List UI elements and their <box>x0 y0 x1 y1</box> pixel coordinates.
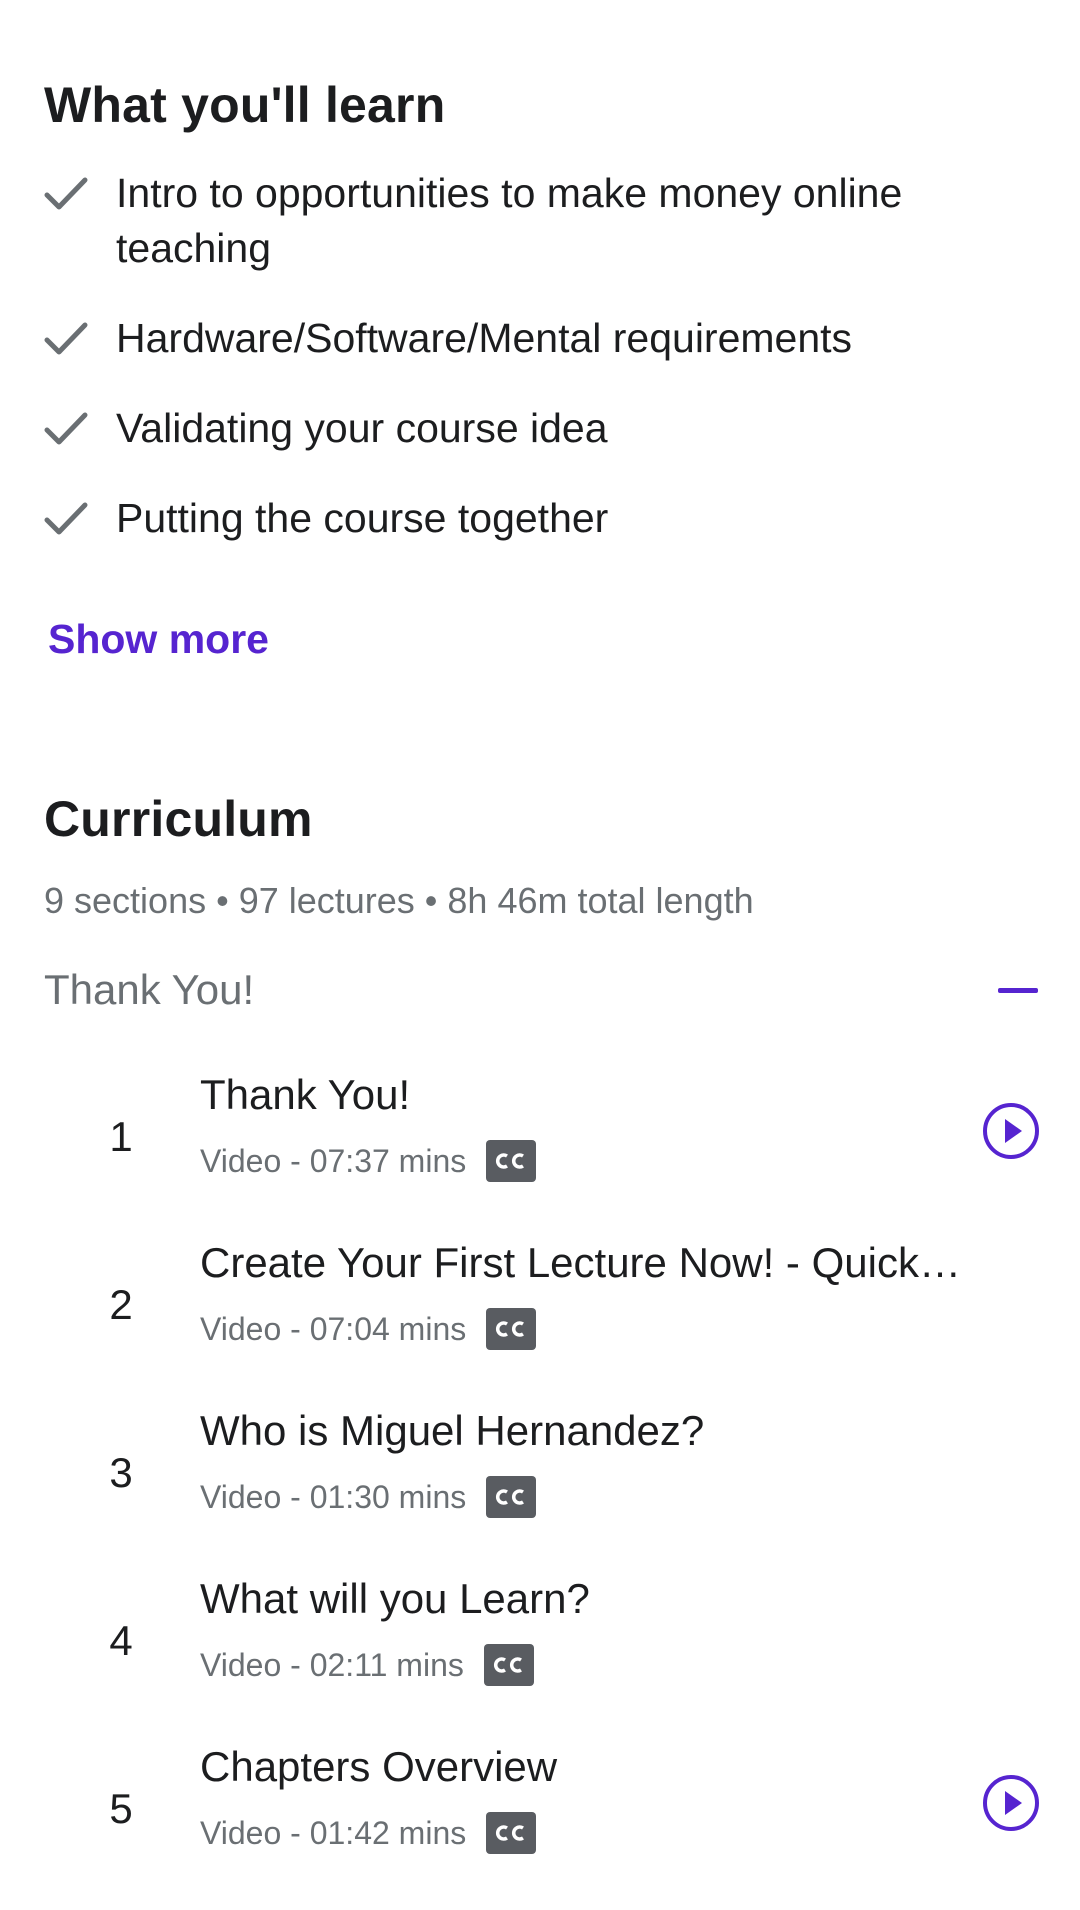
curriculum-stats: 9 sections • 97 lectures • 8h 46m total … <box>44 880 754 921</box>
closed-captions-icon <box>486 1140 537 1182</box>
lecture-duration: Video - 07:37 mins <box>200 1142 467 1179</box>
learn-item: Validating your course idea <box>44 401 1044 456</box>
check-icon <box>44 311 94 366</box>
learn-item: Putting the course together <box>44 491 1044 546</box>
lecture-duration: Video - 02:11 mins <box>200 1646 464 1683</box>
lecture-title: Thank You! <box>200 1071 411 1118</box>
closed-captions-icon <box>483 1644 534 1686</box>
section-header[interactable]: Thank You! <box>0 950 1080 1030</box>
lecture-title: Who is Miguel Hernandez? <box>200 1407 705 1454</box>
lecture-duration: Video - 01:30 mins <box>200 1478 467 1515</box>
learn-item-text: Hardware/Software/Mental requirements <box>116 315 853 361</box>
play-circle-icon[interactable] <box>982 1102 1040 1160</box>
lecture-row[interactable]: 4 What will you Learn? Video - 02:11 min… <box>0 1574 1080 1742</box>
learn-list: Intro to opportunities to make money onl… <box>44 166 1044 581</box>
lecture-title: Chapters Overview <box>200 1743 558 1790</box>
lecture-meta: Video - 01:42 mins <box>200 1812 537 1854</box>
learn-item-text: Putting the course together <box>116 495 609 541</box>
check-icon <box>44 491 94 546</box>
lecture-row[interactable]: 2 Create Your First Lecture Now! - Quick… <box>0 1238 1080 1406</box>
lecture-number: 5 <box>109 1785 133 1832</box>
lecture-title: What will you Learn? <box>200 1575 590 1622</box>
check-icon <box>44 166 94 221</box>
learn-item-text: Validating your course idea <box>116 405 608 451</box>
lecture-duration: Video - 07:04 mins <box>200 1310 467 1347</box>
closed-captions-icon <box>486 1812 537 1854</box>
lecture-meta: Video - 01:30 mins <box>200 1476 537 1518</box>
check-icon <box>44 401 94 456</box>
lecture-number: 4 <box>109 1617 133 1664</box>
what-youll-learn-title: What you'll learn <box>44 77 446 133</box>
section-name: Thank You! <box>44 966 255 1013</box>
closed-captions-icon <box>486 1476 537 1518</box>
lecture-title: Create Your First Lecture Now! - Quick… <box>200 1239 961 1286</box>
curriculum-title: Curriculum <box>44 791 313 847</box>
lecture-duration: Video - 01:42 mins <box>200 1814 467 1851</box>
lecture-number: 1 <box>109 1113 133 1160</box>
learn-item-text: Intro to opportunities to make money onl… <box>116 170 903 271</box>
lecture-meta: Video - 02:11 mins <box>200 1644 534 1686</box>
lecture-row[interactable]: 3 Who is Miguel Hernandez? Video - 01:30… <box>0 1406 1080 1574</box>
lecture-number: 2 <box>109 1281 133 1328</box>
show-more-button[interactable]: Show more <box>48 616 269 663</box>
lecture-meta: Video - 07:04 mins <box>200 1308 537 1350</box>
learn-item: Intro to opportunities to make money onl… <box>44 166 1044 276</box>
lecture-meta: Video - 07:37 mins <box>200 1140 537 1182</box>
lecture-number: 3 <box>109 1449 133 1496</box>
closed-captions-icon <box>486 1308 537 1350</box>
lecture-row[interactable]: 5 Chapters Overview Video - 01:42 mins <box>0 1742 1080 1910</box>
learn-item: Hardware/Software/Mental requirements <box>44 311 1044 366</box>
play-circle-icon[interactable] <box>982 1774 1040 1832</box>
minus-icon[interactable] <box>998 987 1038 993</box>
lecture-row[interactable]: 1 Thank You! Video - 07:37 mins <box>0 1070 1080 1238</box>
lecture-list: 1 Thank You! Video - 07:37 mins 2 Create… <box>0 1070 1080 1910</box>
